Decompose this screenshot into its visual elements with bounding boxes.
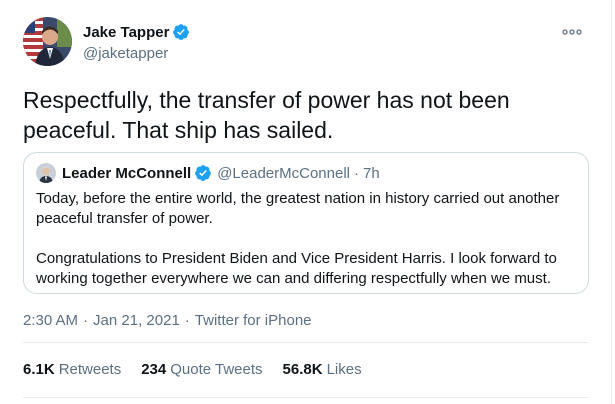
tweet-date[interactable]: Jan 21, 2021 <box>93 312 180 329</box>
meta-separator: · <box>83 311 89 329</box>
tweet-header: Jake Tapper @jaketapper <box>23 16 611 70</box>
author-handle[interactable]: @jaketapper <box>83 45 190 62</box>
display-name-row: Jake Tapper <box>83 22 190 42</box>
tweet-text: Respectfully, the transfer of power has … <box>23 87 510 143</box>
quoted-timestamp: 7h <box>363 164 380 182</box>
retweets-count: 6.1K <box>23 360 55 378</box>
retweets-label: Retweets <box>58 360 122 378</box>
retweets-stat[interactable]: 6.1K Retweets <box>23 361 121 378</box>
tweet-meta: 2:30 AM · Jan 21, 2021 · Twitter for iPh… <box>23 310 312 330</box>
quoted-tweet-text: Today, before the entire world, the grea… <box>36 189 576 289</box>
likes-label: Likes <box>326 360 362 378</box>
quote-tweets-label: Quote Tweets <box>170 360 263 378</box>
author-display-name[interactable]: Jake Tapper <box>83 24 169 41</box>
quoted-author-handle: @LeaderMcConnell <box>217 164 350 182</box>
quoted-profile-photo-icon <box>36 163 56 183</box>
verified-badge-icon <box>173 24 190 40</box>
tweet-card: Jake Tapper @jaketapper Respectfully, th… <box>0 0 612 404</box>
more-options-icon[interactable] <box>561 21 583 43</box>
quoted-separator: · <box>354 164 359 182</box>
quoted-paragraph: Congratulations to President Biden and V… <box>36 250 557 287</box>
likes-stat[interactable]: 56.8K Likes <box>283 361 362 378</box>
quoted-paragraph: Today, before the entire world, the grea… <box>36 190 560 227</box>
profile-photo-icon <box>23 17 72 66</box>
tweet-stats: 6.1K Retweets 234 Quote Tweets 56.8K Likes <box>23 359 382 379</box>
quoted-verified-badge-icon <box>195 165 212 181</box>
quoted-tweet-header: Leader McConnell @LeaderMcConnell · 7h <box>36 162 380 184</box>
author-avatar[interactable] <box>23 17 72 66</box>
meta-separator: · <box>184 311 190 329</box>
quote-tweets-stat[interactable]: 234 Quote Tweets <box>141 361 262 378</box>
tweet-source[interactable]: Twitter for iPhone <box>195 312 312 329</box>
tweet-time[interactable]: 2:30 AM <box>23 312 78 329</box>
quote-tweets-count: 234 <box>141 360 167 378</box>
quoted-tweet[interactable]: Leader McConnell @LeaderMcConnell · 7h T… <box>23 152 589 294</box>
likes-count: 56.8K <box>282 360 323 378</box>
quoted-author-avatar <box>36 163 56 183</box>
divider <box>23 397 588 398</box>
author-names: Jake Tapper @jaketapper <box>83 22 190 62</box>
divider <box>23 342 588 343</box>
quoted-author-display-name: Leader McConnell <box>62 164 192 182</box>
